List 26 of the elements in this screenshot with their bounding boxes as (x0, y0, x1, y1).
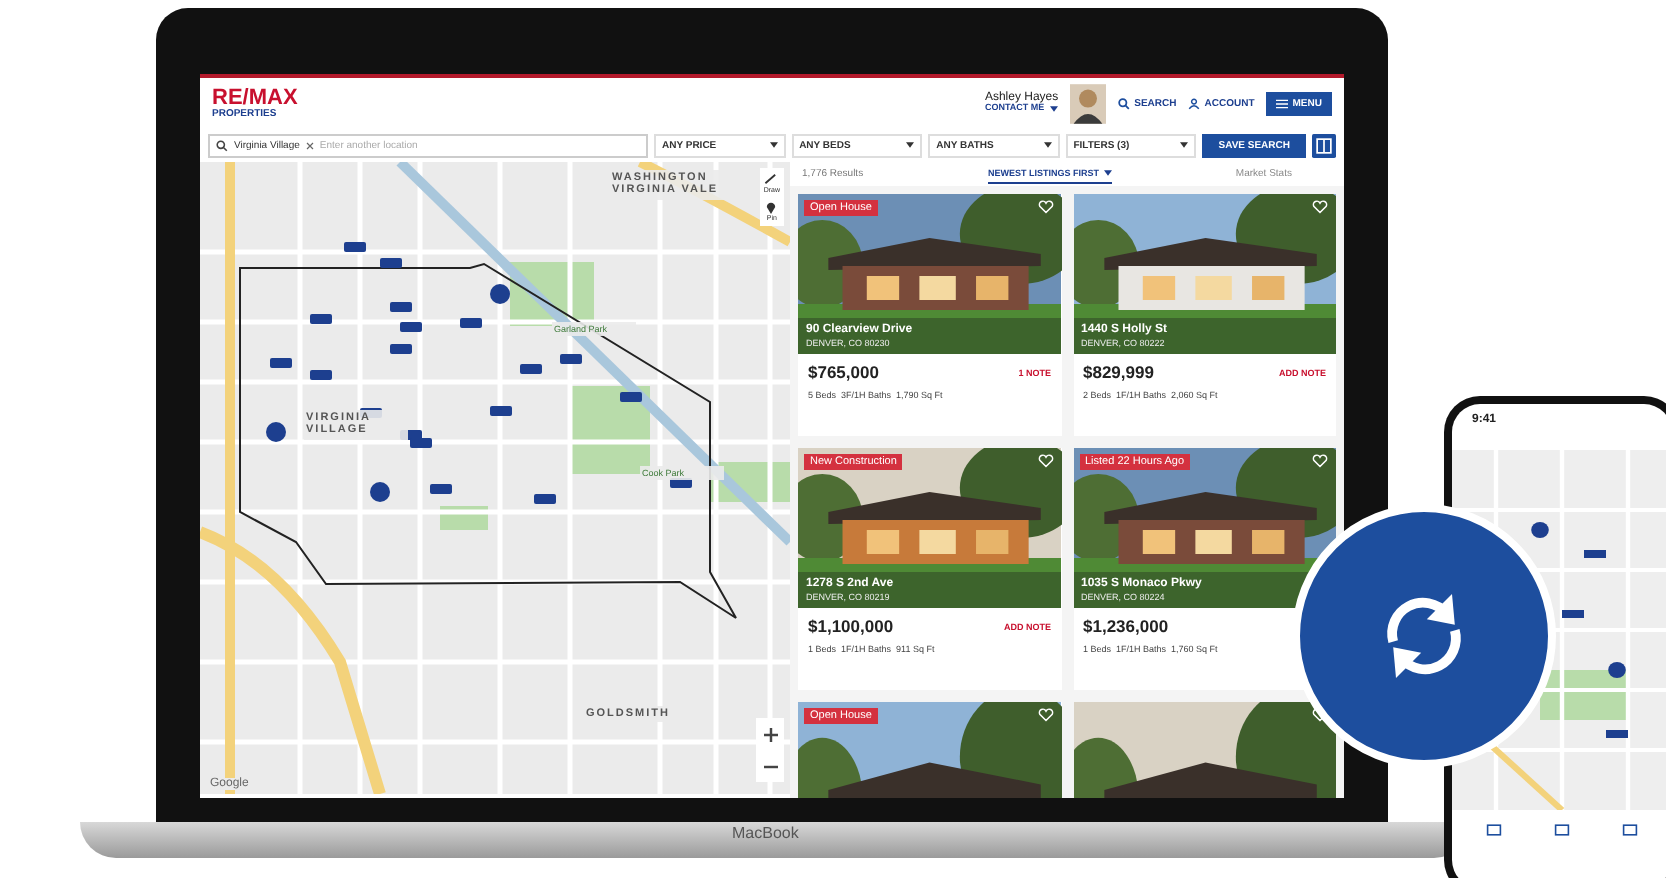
menu-icon (1276, 97, 1289, 109)
plus-icon (763, 727, 777, 741)
tab-bar-icon[interactable] (1486, 822, 1502, 838)
pin-icon (764, 200, 779, 214)
pencil-icon (764, 172, 779, 186)
avatar-icon (1070, 83, 1107, 123)
listing-price: $829,999 (1083, 362, 1154, 382)
laptop-label: MacBook (732, 824, 799, 842)
caret-icon (1103, 170, 1111, 176)
tab-bar-icon[interactable] (1622, 822, 1638, 838)
search-icon (216, 139, 228, 151)
caret-icon (1180, 142, 1189, 148)
map-drawing[interactable] (200, 162, 790, 794)
caret-icon (906, 142, 915, 148)
person-icon (1188, 97, 1201, 109)
caret-icon (769, 142, 778, 148)
listing-price: $1,236,000 (1083, 616, 1169, 636)
split-view-icon[interactable] (1312, 133, 1336, 157)
close-icon[interactable] (305, 141, 314, 149)
listing-price: $765,000 (808, 362, 879, 382)
search-icon (1118, 97, 1131, 109)
caret-icon (1050, 106, 1059, 113)
tab-bar-icon[interactable] (1554, 822, 1570, 838)
logo: RE/MAX (212, 87, 298, 109)
caret-icon (1043, 142, 1052, 148)
listing-price: $1,100,000 (808, 616, 894, 636)
